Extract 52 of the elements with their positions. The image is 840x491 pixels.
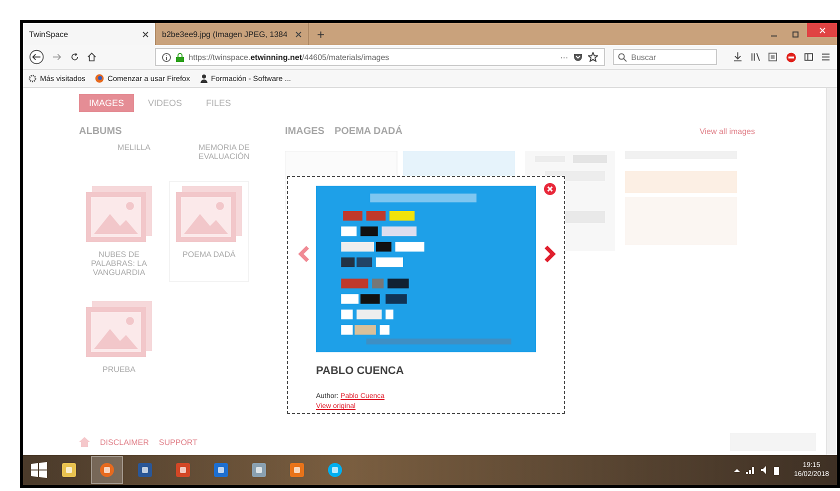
images-heading: IMAGES: [285, 126, 324, 137]
restore-icon[interactable]: [792, 30, 800, 38]
footer-link[interactable]: SUPPORT: [158, 438, 198, 446]
browser-tab[interactable]: TwinSpace: [23, 23, 156, 45]
lock-icon: [176, 52, 184, 62]
app-icon: [137, 462, 153, 478]
forward-icon[interactable]: [52, 52, 62, 62]
firefox-icon: [95, 74, 104, 83]
close-window-button[interactable]: [807, 23, 837, 37]
stop-icon[interactable]: [786, 52, 796, 62]
footer-link[interactable]: DISCLAIMER: [100, 438, 149, 446]
url-text: https://twinspace.etwinning.net/44605/materials/images: [188, 52, 390, 62]
app-icon: [289, 462, 305, 478]
sidebar-icon[interactable]: [804, 52, 814, 62]
new-tab-button[interactable]: +: [309, 23, 333, 45]
app-icon: [213, 462, 229, 478]
app-icon: [327, 462, 343, 478]
view-all-link[interactable]: View all images: [700, 127, 755, 136]
albums-heading: ALBUMS: [79, 126, 123, 137]
app-icon: [99, 462, 115, 478]
app-icon: [251, 462, 267, 478]
person-icon: [200, 74, 208, 83]
home-icon[interactable]: [87, 52, 97, 62]
download-icon[interactable]: [733, 52, 743, 62]
image-placeholder-icon: [86, 301, 152, 357]
gear-icon: [28, 74, 37, 83]
image-placeholder-icon: [176, 186, 242, 242]
square-icon[interactable]: [768, 52, 778, 62]
app-icon: [175, 462, 191, 478]
tray-icons[interactable]: [734, 465, 782, 475]
close-icon[interactable]: [295, 30, 302, 38]
menu-icon[interactable]: [821, 52, 831, 62]
star-icon[interactable]: [588, 52, 598, 62]
album-heading: POEMA DADÁ: [334, 126, 402, 137]
back-icon[interactable]: [29, 49, 44, 65]
reload-icon[interactable]: [70, 52, 80, 62]
image-placeholder-icon: [86, 186, 152, 242]
page-actions-button[interactable]: ···: [560, 52, 568, 62]
scrollbar[interactable]: [826, 88, 837, 455]
windows-start-icon[interactable]: [31, 462, 47, 478]
info-icon[interactable]: [162, 52, 171, 62]
app-icon: [61, 462, 77, 478]
close-icon[interactable]: [142, 30, 149, 38]
image-title: PABLO CUENCA: [316, 365, 405, 377]
search-icon: [618, 53, 628, 62]
search-field[interactable]: Buscar: [613, 49, 718, 65]
taskbar-app-button[interactable]: [91, 456, 123, 484]
pocket-icon[interactable]: [573, 52, 584, 62]
library-icon[interactable]: [750, 52, 760, 62]
address-field[interactable]: https://twinspace.etwinning.net/44605/materials/images ···: [154, 48, 606, 66]
close-icon: [818, 26, 826, 34]
page-tab[interactable]: IMAGES: [79, 94, 134, 112]
